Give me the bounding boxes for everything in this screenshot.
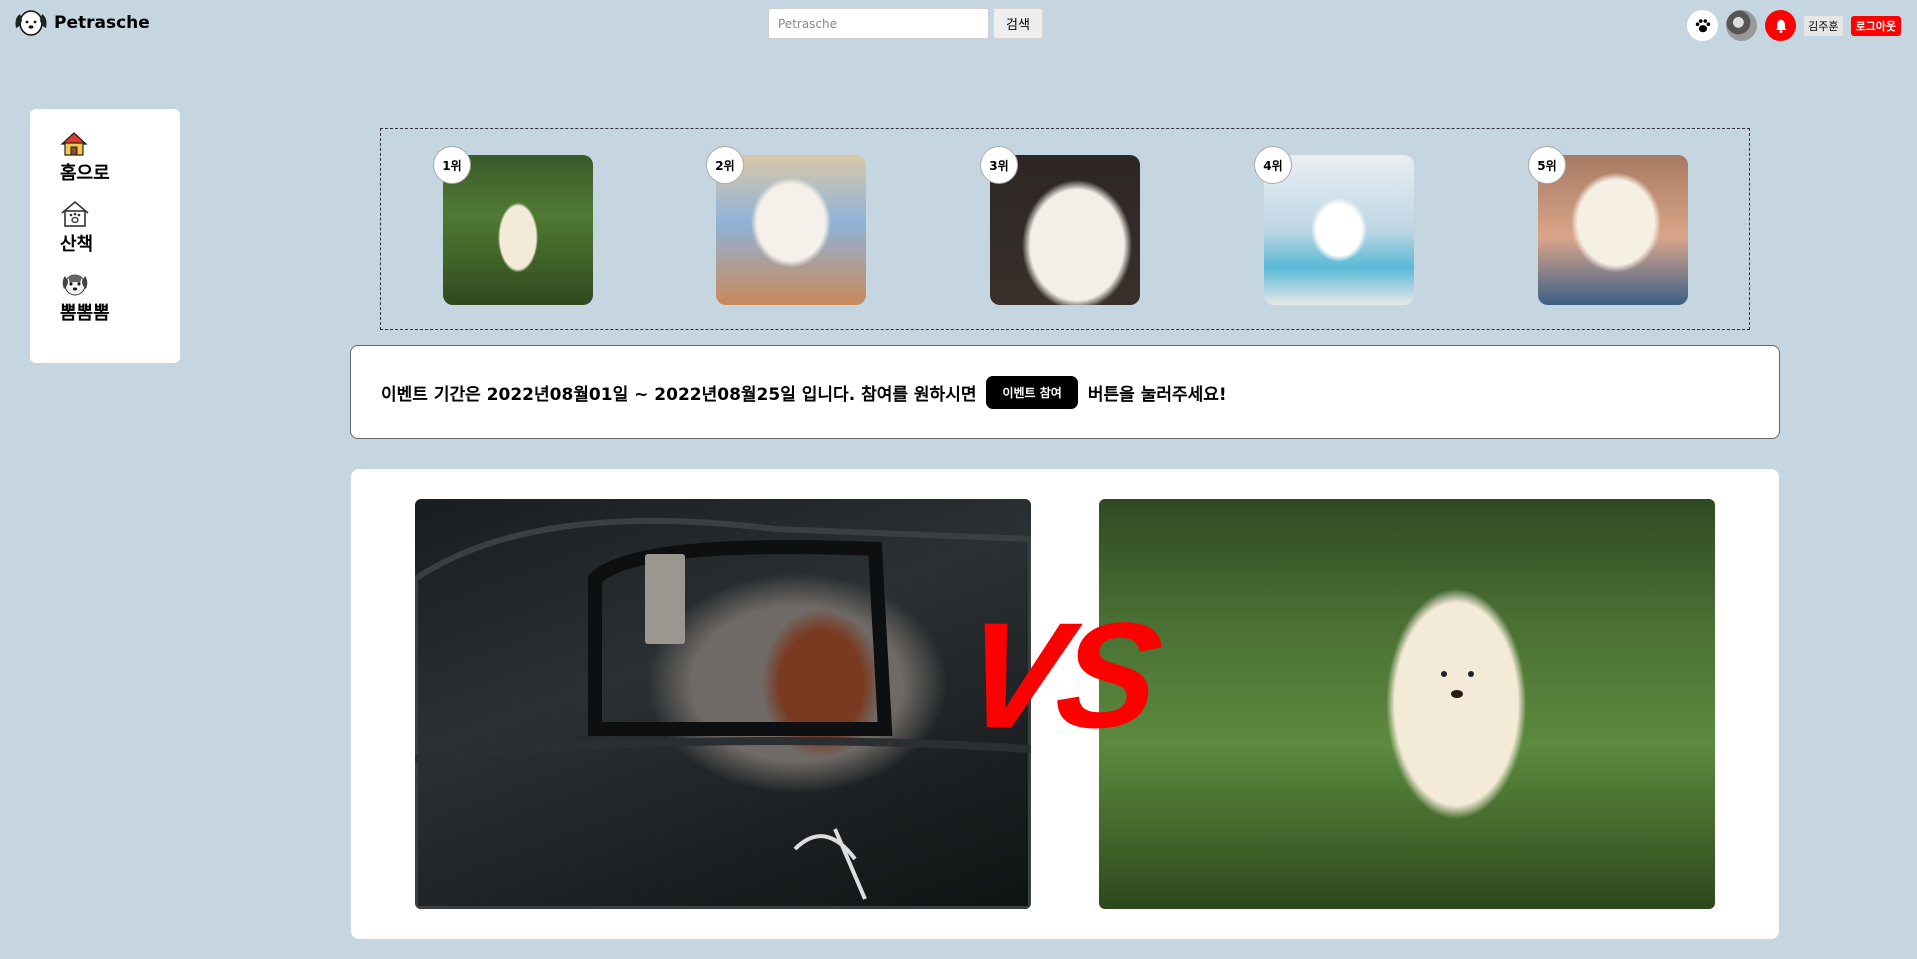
brand-name: Petrasche [54, 13, 150, 33]
sidebar-item-label: 홈으로 [60, 163, 110, 184]
vs-photo-right[interactable] [1099, 499, 1715, 909]
sidebar-item-walk[interactable]: 산책 [60, 200, 180, 256]
event-instruction-text: 버튼을 눌러주세요! [1087, 384, 1227, 405]
dog-house-icon [61, 200, 89, 227]
sidebar: 홈으로 산책 뽐뽐뽐 [30, 109, 180, 363]
search-button[interactable]: 검색 [993, 8, 1043, 39]
event-banner: 이벤트 기간은 2022년08월01일 ~ 2022년08월25일 입니다. 참… [350, 345, 1780, 439]
profile-avatar[interactable] [1726, 10, 1758, 41]
event-join-button[interactable]: 이벤트 참여 [986, 375, 1078, 409]
brand-logo[interactable]: Petrasche [12, 8, 150, 38]
bell-icon[interactable] [1765, 10, 1797, 41]
rank-badge: 1위 [433, 146, 471, 184]
dog-logo-icon [15, 10, 47, 36]
vs-photo-left[interactable] [415, 499, 1031, 909]
search-bar: 검색 [768, 8, 1043, 39]
sidebar-item-show-off[interactable]: 뽐뽐뽐 [60, 271, 180, 325]
rank-badge: 2위 [706, 146, 744, 184]
dog-face-icon [62, 274, 88, 296]
search-input[interactable] [768, 8, 989, 39]
ranking-strip: 1위 2위 3위 4위 5위 [380, 128, 1750, 330]
vs-label: VS [953, 591, 1165, 759]
sidebar-item-label: 뽐뽐뽐 [60, 303, 110, 324]
puppy-drawing [1441, 671, 1474, 698]
paw-icon[interactable] [1687, 10, 1719, 41]
header-actions: 김주훈 로그아웃 [1687, 10, 1901, 41]
car-window-drawing [415, 517, 1031, 909]
sidebar-item-home[interactable]: 홈으로 [60, 131, 180, 185]
logout-button[interactable]: 로그아웃 [1850, 15, 1901, 36]
rank-badge: 3위 [980, 146, 1018, 184]
house-icon [60, 132, 88, 156]
sidebar-item-label: 산책 [60, 234, 94, 255]
rank-badge: 4위 [1254, 146, 1292, 184]
rank-badge: 5위 [1528, 146, 1566, 184]
user-name[interactable]: 김주훈 [1804, 15, 1843, 36]
event-period-text: 이벤트 기간은 2022년08월01일 ~ 2022년08월25일 입니다. 참… [381, 384, 977, 405]
